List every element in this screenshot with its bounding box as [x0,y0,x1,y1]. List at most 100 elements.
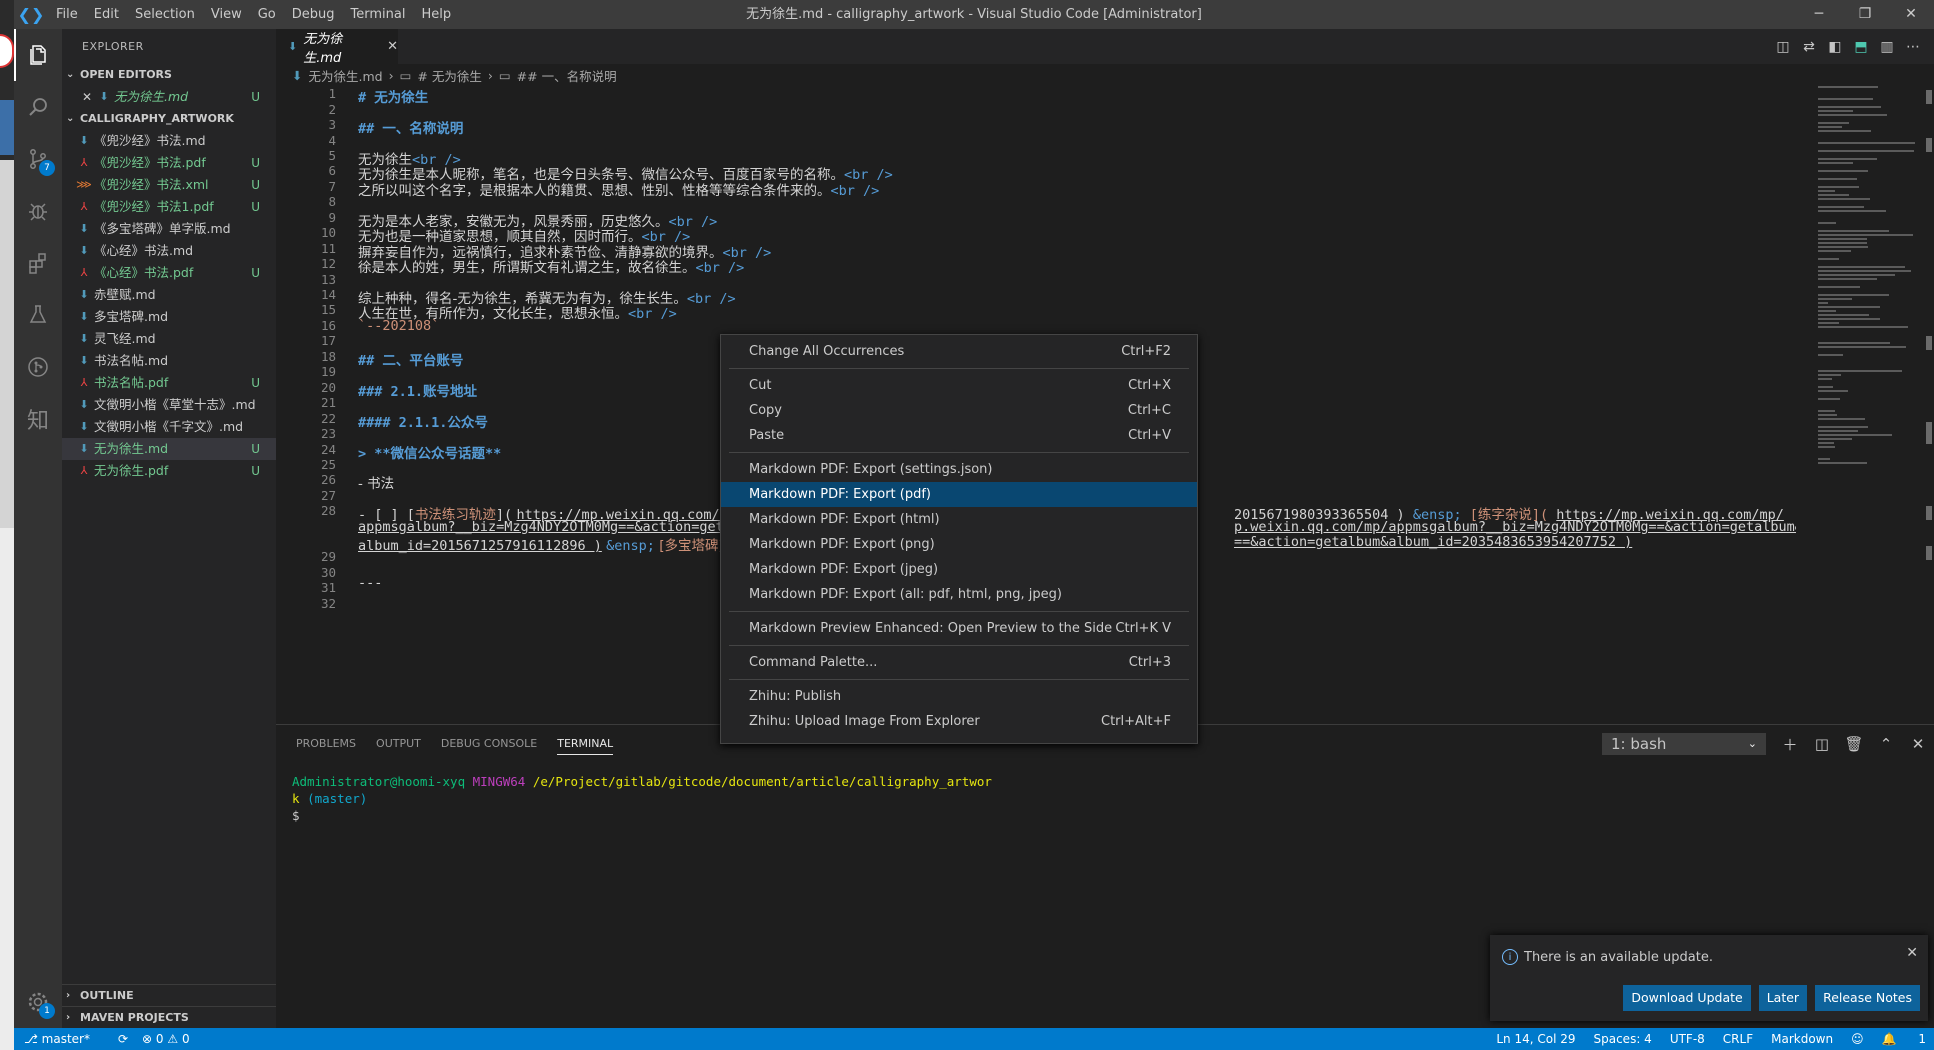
debug-icon[interactable] [14,185,62,237]
context-menu-item[interactable]: Markdown PDF: Export (settings.json) [721,457,1197,482]
feedback-smiley-icon[interactable]: ☺ [1851,1032,1864,1046]
zhihu-icon[interactable]: 知 [14,393,62,445]
split-terminal-icon[interactable]: ◫ [1806,735,1838,753]
minimize-button[interactable]: ─ [1796,0,1842,29]
explorer-icon[interactable] [14,29,62,81]
tab-active-file[interactable]: ⬇ 无为徐生.md ✕ [276,29,398,66]
branch-status[interactable]: ⎇ master* [24,1032,104,1046]
link-url[interactable]: album_id=2015671257916112896 ) [358,538,602,554]
link-url[interactable]: appmsgalbum?__biz=Mzg4NDY2OTM0Mg==&actio… [358,519,740,535]
file-tree-item[interactable]: ⬇ 多宝塔碑.md [62,306,276,328]
notifications-bell[interactable]: 🔔 1 [1882,1032,1926,1046]
release-notes-button[interactable]: Release Notes [1815,985,1920,1011]
link-url[interactable]: p.weixin.qq.com/mp/appmsgalbum?__biz=Mzg… [1234,519,1796,535]
file-tree-item[interactable]: ⋙ 《兜沙经》书法.xml U [62,174,276,196]
folder-header[interactable]: ⌄ CALLIGRAPHY_ARTWORK [62,108,276,130]
menu-debug[interactable]: Debug [284,0,343,29]
language-mode[interactable]: Markdown [1771,1032,1833,1046]
maven-projects-header[interactable]: › MAVEN PROJECTS [62,1006,276,1028]
file-tree-item[interactable]: ⬇ 文徵明小楷《草堂十志》.md [62,394,276,416]
menu-go[interactable]: Go [250,0,284,29]
breadcrumb-h1[interactable]: # 无为徐生 [417,66,481,85]
menu-terminal[interactable]: Terminal [343,0,414,29]
more-actions-icon[interactable]: ⋯ [1900,39,1926,55]
context-menu-item[interactable]: Markdown PDF: Export (all: pdf, html, pn… [721,582,1197,607]
line-ending[interactable]: CRLF [1723,1032,1753,1046]
context-menu-item[interactable]: Command Palette... Ctrl+3 [721,650,1197,675]
file-tree-item[interactable]: ⅄ 无为徐生.pdf U [62,460,276,482]
context-menu-item[interactable]: Markdown PDF: Export (png) [721,532,1197,557]
file-tree-item[interactable]: ⅄ 书法名帖.pdf U [62,372,276,394]
context-menu-item[interactable]: Markdown PDF: Export (pdf) [721,482,1197,507]
menu-help[interactable]: Help [413,0,459,29]
preview-side-icon[interactable]: ◧ [1822,39,1848,55]
indentation[interactable]: Spaces: 4 [1594,1032,1652,1046]
trash-icon[interactable]: 🗑 [1838,735,1870,753]
close-icon[interactable]: ✕ [82,86,96,108]
terminal-select[interactable]: 1: bash ⌄ [1602,733,1766,755]
source-control-icon[interactable]: 7 [14,133,62,185]
context-menu-item[interactable]: Markdown PDF: Export (html) [721,507,1197,532]
split-editor-icon[interactable]: ▥ [1874,39,1900,55]
menu-edit[interactable]: Edit [86,0,127,29]
context-menu-item[interactable]: Markdown PDF: Export (jpeg) [721,557,1197,582]
file-tree-item[interactable]: ⬇ 文徵明小楷《千字文》.md [62,416,276,438]
zhihu-publish-icon[interactable]: ⬒ [1848,39,1874,55]
tab-terminal[interactable]: TERMINAL [557,734,614,755]
tab-problems[interactable]: PROBLEMS [296,734,356,754]
gitlens-icon[interactable] [14,341,62,393]
tab-close-icon[interactable]: ✕ [387,39,398,54]
breadcrumb-h2[interactable]: ## 一、名称说明 [517,66,617,85]
later-button[interactable]: Later [1758,985,1808,1011]
cursor-position[interactable]: Ln 14, Col 29 [1496,1032,1575,1046]
file-tree-item[interactable]: ⬇ 赤壁赋.md [62,284,276,306]
file-tree-item[interactable]: ⬇ 书法名帖.md [62,350,276,372]
menu-selection[interactable]: Selection [127,0,203,29]
new-terminal-icon[interactable]: ＋ [1774,734,1806,755]
menu-view[interactable]: View [203,0,250,29]
breadcrumb-file[interactable]: 无为徐生.md [308,66,382,85]
context-menu-item[interactable]: Change All Occurrences Ctrl+F2 [721,339,1197,364]
download-update-button[interactable]: Download Update [1623,985,1751,1011]
file-tree-item[interactable]: ⅄ 《兜沙经》书法.pdf U [62,152,276,174]
context-menu-item[interactable]: Paste Ctrl+V [721,423,1197,448]
compare-changes-icon[interactable]: ⇄ [1796,39,1822,55]
file-tree-item[interactable]: ⅄ 《心经》书法.pdf U [62,262,276,284]
terminal-output[interactable]: Administrator@hoomi-xyq MINGW64 /e/Proje… [276,763,1934,824]
open-preview-icon[interactable]: ◫ [1770,39,1796,55]
context-menu-item[interactable]: Cut Ctrl+X [721,373,1197,398]
maximize-panel-icon[interactable]: ⌃ [1870,735,1902,753]
problems-status[interactable]: ⊗ 0 ⚠ 0 [142,1032,190,1046]
close-window-button[interactable]: ✕ [1888,0,1934,29]
editor-scrollbar[interactable] [1926,86,1934,724]
tab-output[interactable]: OUTPUT [376,734,421,754]
tab-debug-console[interactable]: DEBUG CONSOLE [441,734,537,754]
file-tree-item[interactable]: ⬇ 《兜沙经》书法.md [62,130,276,152]
extensions-icon[interactable] [14,237,62,289]
context-menu-item[interactable]: Copy Ctrl+C [721,398,1197,423]
open-editors-header[interactable]: ⌄ OPEN EDITORS [62,64,276,86]
minimap-line [1818,302,1828,304]
file-tree-item[interactable]: ⬇ 无为徐生.md U [62,438,276,460]
maven-label: MAVEN PROJECTS [80,1010,189,1024]
file-tree-item[interactable]: ⬇ 灵飞经.md [62,328,276,350]
test-flask-icon[interactable] [14,289,62,341]
link-url[interactable]: ==&action=getalbum&album_id=203548365395… [1234,534,1632,550]
context-menu-item[interactable]: Zhihu: Upload Image From Explorer Ctrl+Al… [721,709,1197,734]
close-icon[interactable]: ✕ [1906,945,1918,961]
restore-button[interactable]: ❐ [1842,0,1888,29]
menu-file[interactable]: File [48,0,86,29]
search-icon[interactable] [14,81,62,133]
context-menu-item[interactable]: Markdown Preview Enhanced: Open Preview … [721,616,1197,641]
open-editor-item[interactable]: ✕ ⬇ 无为徐生.md U [62,86,276,108]
file-tree-item[interactable]: ⬇ 《心经》书法.md [62,240,276,262]
encoding[interactable]: UTF-8 [1670,1032,1705,1046]
sync-icon[interactable]: ⟳ [118,1032,128,1046]
close-panel-icon[interactable]: ✕ [1902,735,1934,753]
settings-gear-icon[interactable]: 1 [14,976,62,1028]
context-menu-item[interactable]: Zhihu: Publish [721,684,1197,709]
minimap[interactable] [1814,86,1932,724]
file-tree-item[interactable]: ⅄ 《兜沙经》书法1.pdf U [62,196,276,218]
outline-header[interactable]: › OUTLINE [62,984,276,1006]
file-tree-item[interactable]: ⬇ 《多宝塔碑》单字版.md [62,218,276,240]
